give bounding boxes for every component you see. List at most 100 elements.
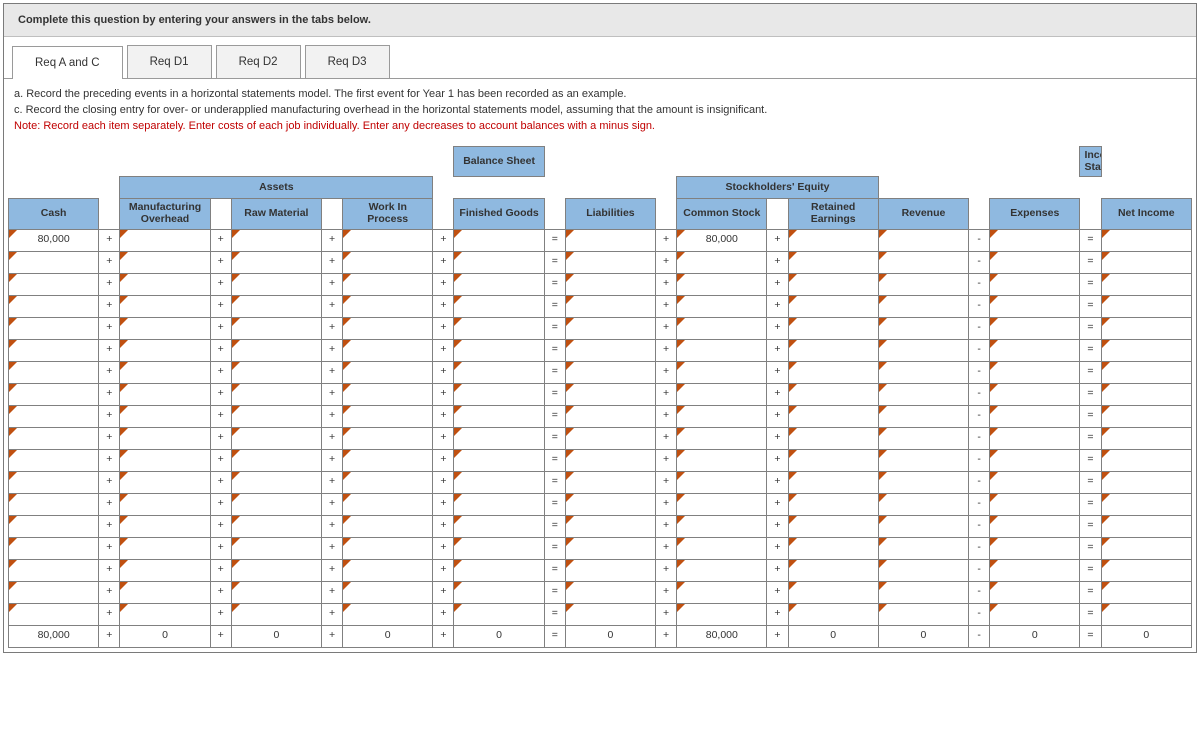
- input-cell[interactable]: [990, 471, 1080, 493]
- input-cell[interactable]: [9, 493, 99, 515]
- input-cell[interactable]: [990, 603, 1080, 625]
- input-cell[interactable]: [231, 383, 321, 405]
- input-cell[interactable]: [120, 317, 210, 339]
- input-cell[interactable]: [1101, 427, 1191, 449]
- input-cell[interactable]: [788, 273, 878, 295]
- input-cell[interactable]: [788, 361, 878, 383]
- input-cell[interactable]: [990, 383, 1080, 405]
- input-cell[interactable]: [990, 273, 1080, 295]
- input-cell[interactable]: [454, 449, 544, 471]
- input-cell[interactable]: [565, 581, 655, 603]
- input-cell[interactable]: [1101, 361, 1191, 383]
- input-cell[interactable]: [677, 449, 767, 471]
- input-cell[interactable]: [677, 273, 767, 295]
- input-cell[interactable]: [343, 383, 433, 405]
- input-cell[interactable]: [343, 405, 433, 427]
- input-cell[interactable]: [231, 559, 321, 581]
- input-cell[interactable]: [677, 581, 767, 603]
- input-cell[interactable]: [878, 405, 968, 427]
- input-cell[interactable]: [1101, 251, 1191, 273]
- input-cell[interactable]: [565, 471, 655, 493]
- input-cell[interactable]: [1101, 603, 1191, 625]
- input-cell[interactable]: [231, 515, 321, 537]
- tab-req-d3[interactable]: Req D3: [305, 45, 390, 78]
- input-cell[interactable]: [9, 449, 99, 471]
- input-cell[interactable]: [454, 427, 544, 449]
- input-cell[interactable]: [1101, 449, 1191, 471]
- input-cell[interactable]: [343, 317, 433, 339]
- input-cell[interactable]: [565, 295, 655, 317]
- input-cell[interactable]: [454, 317, 544, 339]
- input-cell[interactable]: [677, 251, 767, 273]
- input-cell[interactable]: [990, 229, 1080, 251]
- input-cell[interactable]: [120, 559, 210, 581]
- input-cell[interactable]: [343, 339, 433, 361]
- input-cell[interactable]: [9, 251, 99, 273]
- input-cell[interactable]: [878, 317, 968, 339]
- input-cell[interactable]: [231, 449, 321, 471]
- input-cell[interactable]: [677, 493, 767, 515]
- input-cell[interactable]: [1101, 537, 1191, 559]
- input-cell[interactable]: [120, 449, 210, 471]
- input-cell[interactable]: [1101, 273, 1191, 295]
- input-cell[interactable]: [677, 317, 767, 339]
- input-cell[interactable]: [9, 603, 99, 625]
- input-cell[interactable]: [788, 339, 878, 361]
- input-cell[interactable]: [677, 361, 767, 383]
- input-cell[interactable]: [231, 251, 321, 273]
- input-cell[interactable]: [120, 339, 210, 361]
- input-cell[interactable]: [454, 383, 544, 405]
- input-cell[interactable]: [565, 273, 655, 295]
- input-cell[interactable]: [120, 295, 210, 317]
- input-cell[interactable]: [231, 471, 321, 493]
- input-cell[interactable]: [120, 251, 210, 273]
- input-cell[interactable]: [343, 603, 433, 625]
- input-cell[interactable]: [231, 317, 321, 339]
- input-cell[interactable]: [878, 449, 968, 471]
- input-cell[interactable]: [990, 537, 1080, 559]
- input-cell[interactable]: [120, 405, 210, 427]
- input-cell[interactable]: [677, 427, 767, 449]
- input-cell[interactable]: [9, 383, 99, 405]
- input-cell[interactable]: [9, 317, 99, 339]
- input-cell[interactable]: [788, 317, 878, 339]
- input-cell[interactable]: [231, 295, 321, 317]
- input-cell[interactable]: [788, 449, 878, 471]
- input-cell[interactable]: [120, 273, 210, 295]
- input-cell[interactable]: [565, 317, 655, 339]
- input-cell[interactable]: [231, 229, 321, 251]
- input-cell[interactable]: [788, 295, 878, 317]
- tab-req-d2[interactable]: Req D2: [216, 45, 301, 78]
- input-cell[interactable]: [454, 295, 544, 317]
- input-cell[interactable]: [878, 603, 968, 625]
- input-cell[interactable]: [9, 339, 99, 361]
- input-cell[interactable]: [343, 251, 433, 273]
- input-cell[interactable]: [120, 603, 210, 625]
- input-cell[interactable]: [454, 493, 544, 515]
- input-cell[interactable]: [454, 361, 544, 383]
- input-cell[interactable]: [878, 515, 968, 537]
- input-cell[interactable]: [343, 559, 433, 581]
- input-cell[interactable]: [454, 515, 544, 537]
- input-cell[interactable]: [677, 537, 767, 559]
- input-cell[interactable]: [878, 471, 968, 493]
- input-cell[interactable]: [990, 427, 1080, 449]
- input-cell[interactable]: [878, 295, 968, 317]
- input-cell[interactable]: [878, 251, 968, 273]
- input-cell[interactable]: [231, 537, 321, 559]
- input-cell[interactable]: [878, 581, 968, 603]
- input-cell[interactable]: [565, 603, 655, 625]
- input-cell[interactable]: [1101, 493, 1191, 515]
- input-cell[interactable]: [1101, 295, 1191, 317]
- input-cell[interactable]: [677, 471, 767, 493]
- input-cell[interactable]: [343, 581, 433, 603]
- input-cell[interactable]: [343, 471, 433, 493]
- input-cell[interactable]: [788, 581, 878, 603]
- input-cell[interactable]: [565, 515, 655, 537]
- input-cell[interactable]: [788, 383, 878, 405]
- input-cell[interactable]: [231, 273, 321, 295]
- input-cell[interactable]: [9, 559, 99, 581]
- input-cell[interactable]: [1101, 559, 1191, 581]
- input-cell[interactable]: [565, 405, 655, 427]
- input-cell[interactable]: [1101, 317, 1191, 339]
